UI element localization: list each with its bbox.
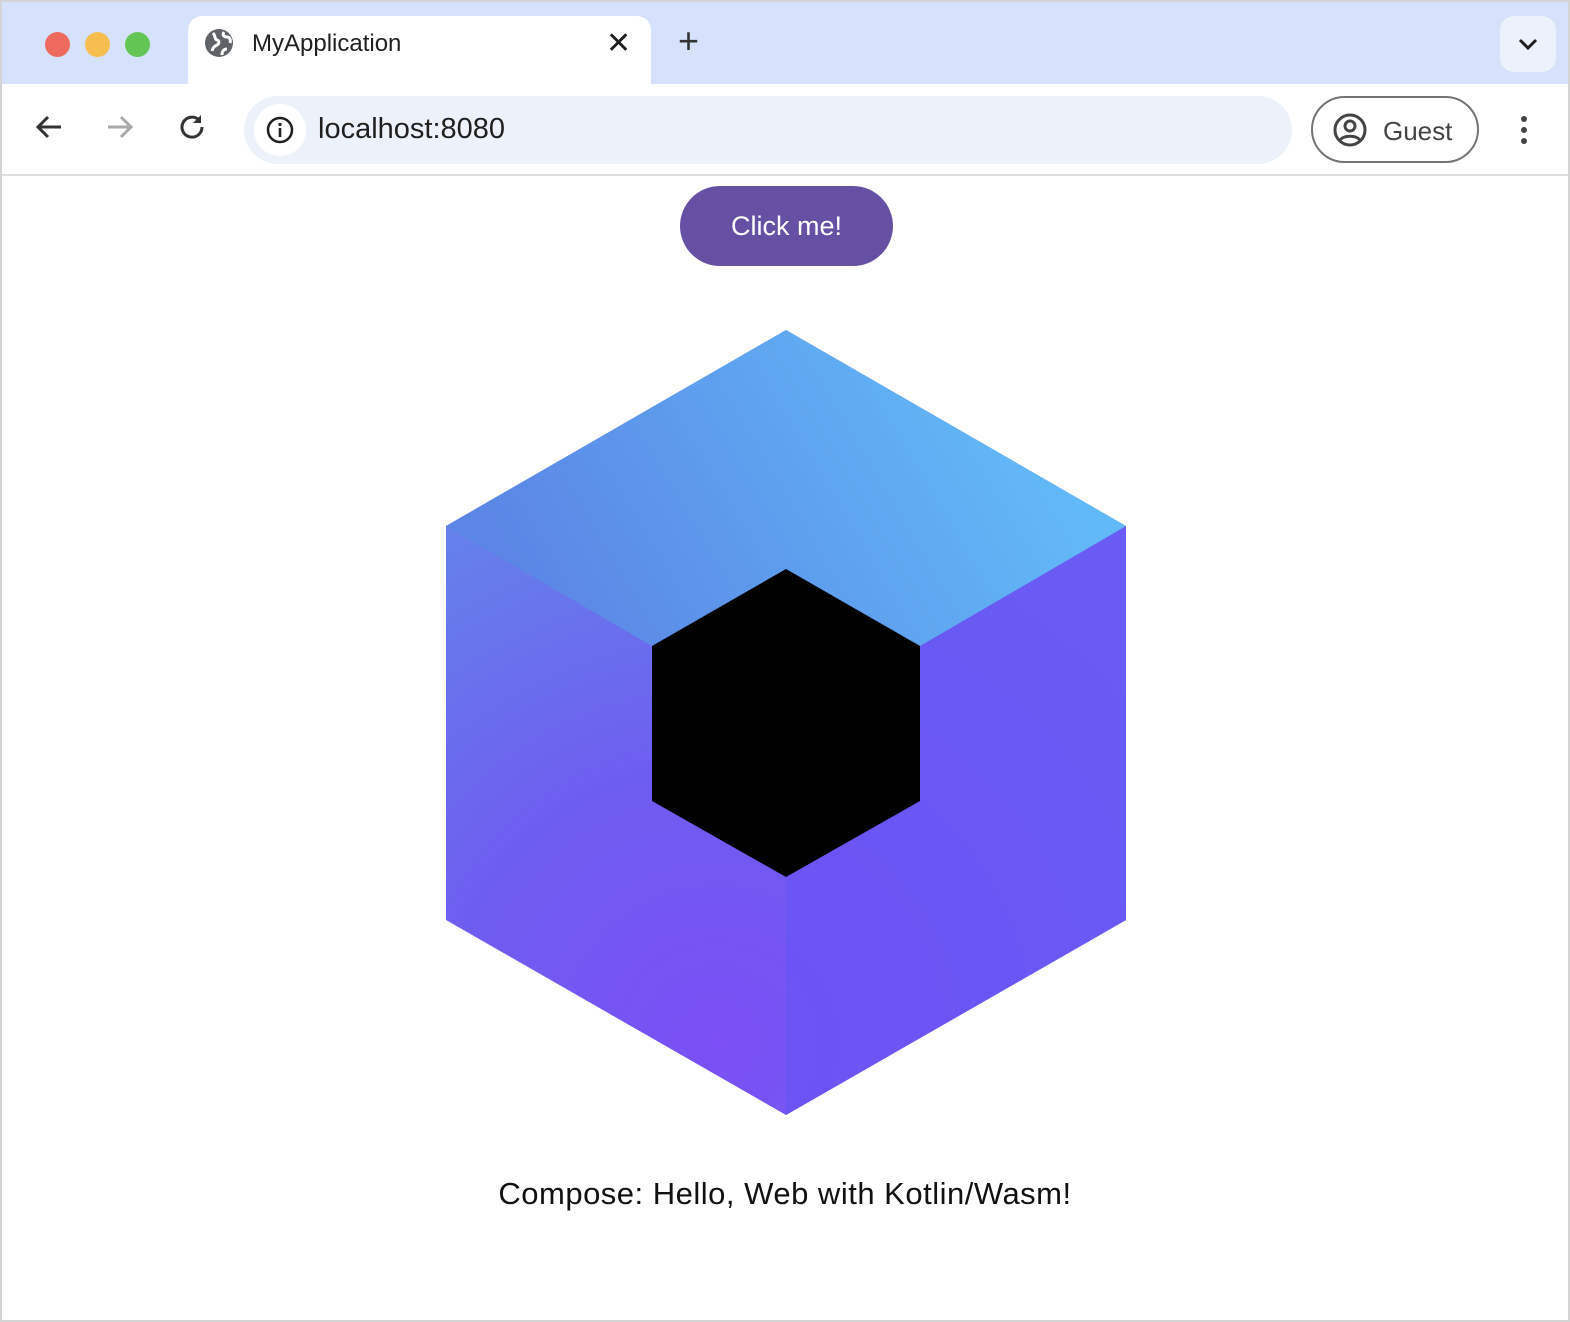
chevron-down-icon [1518,38,1538,50]
globe-icon [205,29,233,57]
profile-button[interactable]: Guest [1311,96,1479,163]
profile-label: Guest [1383,116,1453,146]
new-tab-icon[interactable]: + [678,20,699,62]
account-circle-icon [1333,113,1367,147]
greeting-text: Compose: Hello, Web with Kotlin/Wasm! [498,1176,1072,1211]
info-icon [266,116,294,144]
toolbar: localhost:8080 Guest [2,84,1568,176]
tab-strip: MyApplication ✕ + [2,2,1568,86]
back-icon[interactable] [34,112,64,142]
tab-myapplication[interactable]: MyApplication ✕ [188,16,651,86]
forward-icon[interactable] [105,112,135,142]
address-bar[interactable]: localhost:8080 [244,96,1292,164]
tab-search-button[interactable] [1500,16,1556,72]
page-content: Click me! Compose: Hello, Web with Kotli… [2,178,1568,1322]
minimize-window-button[interactable] [85,32,110,57]
tab-title: MyApplication [252,30,402,57]
url-text[interactable]: localhost:8080 [318,113,505,146]
more-menu-icon[interactable] [1514,114,1534,146]
compose-logo [446,330,1126,1115]
maximize-window-button[interactable] [125,32,150,57]
close-tab-icon[interactable]: ✕ [606,26,631,61]
reload-icon[interactable] [178,112,208,142]
close-window-button[interactable] [45,32,70,57]
site-info-button[interactable] [254,104,306,156]
browser-window: MyApplication ✕ + localhost:8080 Guest C… [0,0,1570,1322]
